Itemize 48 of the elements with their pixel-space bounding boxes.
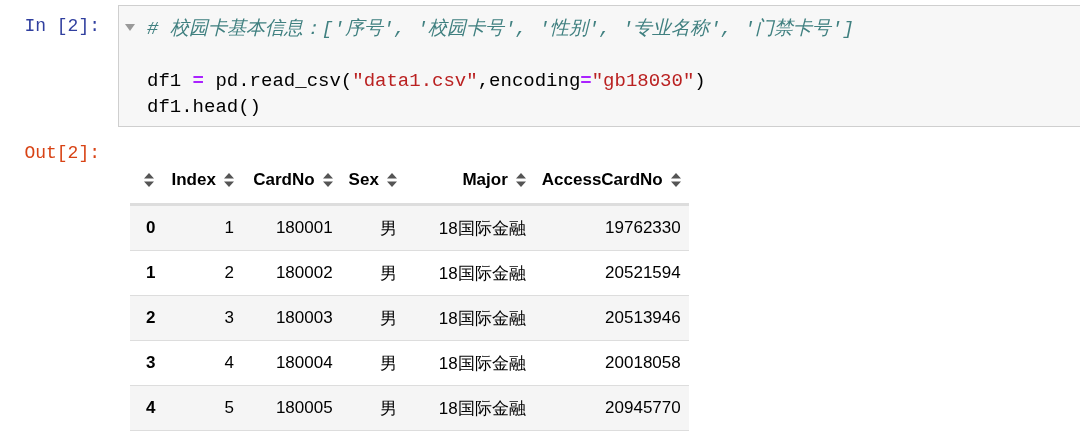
row-index: 4 <box>130 385 164 431</box>
sort-icon[interactable] <box>386 173 397 187</box>
table-cell: 1 <box>163 204 242 251</box>
table-cell: 18国际金融 <box>404 385 534 431</box>
table-cell: 男 <box>340 250 405 296</box>
sort-icon[interactable] <box>515 173 526 187</box>
table-cell: 20513946 <box>533 295 689 341</box>
table-cell: 20521594 <box>533 250 689 296</box>
table-cell: 2 <box>163 250 242 296</box>
row-index: 2 <box>130 295 164 341</box>
table-cell: 18国际金融 <box>404 204 534 251</box>
code-line: df1.head() <box>147 95 262 120</box>
row-index: 0 <box>130 204 164 251</box>
table-cell: 18国际金融 <box>404 295 534 341</box>
table-cell: 180002 <box>241 250 341 296</box>
output-prompt: Out[2]: <box>23 143 101 163</box>
code-line: # 校园卡基本信息：['序号', '校园卡号', '性别', '专业名称', '门禁卡号'] <box>147 17 854 42</box>
table-cell: 男 <box>340 340 405 386</box>
sort-icon[interactable] <box>223 173 234 187</box>
column-header: AccessCardNo <box>541 170 663 190</box>
row-index: 1 <box>130 250 164 296</box>
column-header: Index <box>171 170 216 190</box>
column-header: Sex <box>348 170 379 190</box>
table-cell: 男 <box>340 204 405 251</box>
table-cell: 4 <box>163 340 242 386</box>
table-cell: 180004 <box>241 340 341 386</box>
row-index: 3 <box>130 340 164 386</box>
input-prompt: In [2]: <box>23 15 101 36</box>
sort-icon[interactable] <box>144 173 154 187</box>
table-cell: 20018058 <box>533 340 689 386</box>
table-cell: 180005 <box>241 385 341 431</box>
table-cell: 男 <box>340 385 405 431</box>
sort-icon[interactable] <box>322 173 333 187</box>
sort-icon[interactable] <box>670 173 681 187</box>
collapse-caret-icon[interactable] <box>125 24 135 31</box>
table-cell: 20945770 <box>533 385 689 431</box>
column-header: CardNo <box>253 170 315 190</box>
table-cell: 3 <box>163 295 242 341</box>
column-header: Major <box>462 170 508 190</box>
table-cell: 男 <box>340 295 405 341</box>
table-cell: 18国际金融 <box>404 340 534 386</box>
table-cell: 180001 <box>241 204 341 251</box>
table-cell: 180003 <box>241 295 341 341</box>
code-cell[interactable]: # 校园卡基本信息：['序号', '校园卡号', '性别', '专业名称', '门禁卡号'] df1 = pd.read_csv("data1.csv",encoding="gb18030") df1.head() <box>118 5 1080 127</box>
table-cell: 19762330 <box>533 204 689 251</box>
table-cell: 18国际金融 <box>404 250 534 296</box>
code-line: df1 = pd.read_csv("data1.csv",encoding="gb18030") <box>147 69 706 94</box>
table-cell: 5 <box>163 385 242 431</box>
